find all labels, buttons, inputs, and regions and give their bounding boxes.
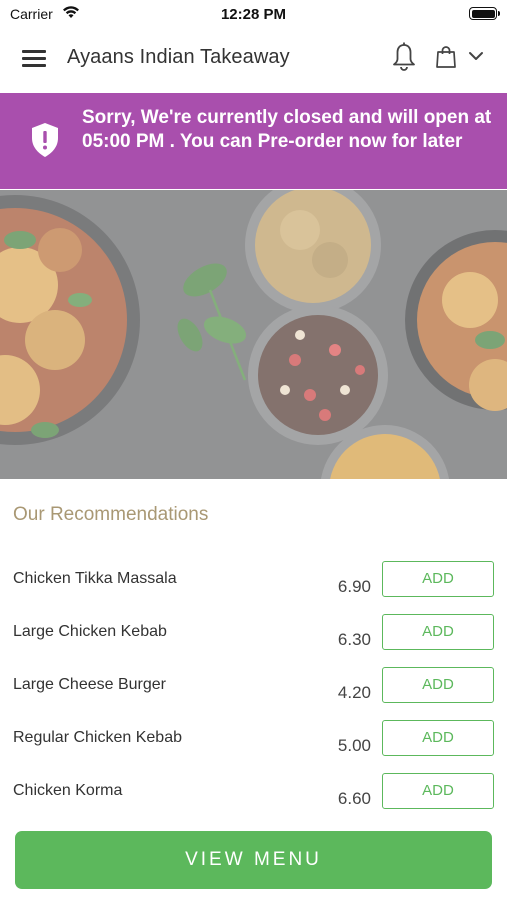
page-title: Ayaans Indian Takeaway bbox=[67, 46, 290, 68]
item-price: 6.90 bbox=[337, 577, 371, 596]
add-button[interactable]: ADD bbox=[382, 720, 494, 756]
item-price: 6.60 bbox=[337, 789, 371, 808]
item-price: 6.30 bbox=[337, 630, 371, 649]
shopping-bag-icon[interactable] bbox=[434, 45, 458, 69]
closed-banner: Sorry, We're currently closed and will o… bbox=[0, 93, 507, 189]
recommendations-title: Our Recommendations bbox=[13, 504, 209, 525]
bell-icon[interactable] bbox=[391, 42, 417, 72]
chevron-down-icon[interactable] bbox=[468, 50, 484, 62]
item-price: 4.20 bbox=[337, 683, 371, 702]
clock: 12:28 PM bbox=[220, 6, 287, 23]
add-button[interactable]: ADD bbox=[382, 667, 494, 703]
menu-icon[interactable] bbox=[22, 50, 46, 70]
shield-icon bbox=[32, 123, 58, 157]
item-name: Regular Chicken Kebab bbox=[13, 729, 182, 746]
add-button[interactable]: ADD bbox=[382, 561, 494, 597]
battery-icon bbox=[469, 7, 500, 20]
add-button[interactable]: ADD bbox=[382, 614, 494, 650]
status-bar: Carrier 12:28 PM bbox=[0, 0, 507, 28]
list-item: Chicken Korma 6.60 ADD bbox=[0, 773, 507, 835]
item-name: Chicken Korma bbox=[13, 782, 123, 799]
item-name: Large Chicken Kebab bbox=[13, 623, 167, 640]
item-price: 5.00 bbox=[337, 736, 371, 755]
banner-message: Sorry, We're currently closed and will o… bbox=[82, 107, 492, 152]
view-menu-button[interactable]: VIEW MENU bbox=[15, 831, 492, 889]
item-name: Chicken Tikka Massala bbox=[13, 570, 177, 587]
hero-image bbox=[0, 190, 507, 479]
item-name: Large Cheese Burger bbox=[13, 676, 166, 693]
app-header: Ayaans Indian Takeaway bbox=[0, 28, 507, 92]
add-button[interactable]: ADD bbox=[382, 773, 494, 809]
